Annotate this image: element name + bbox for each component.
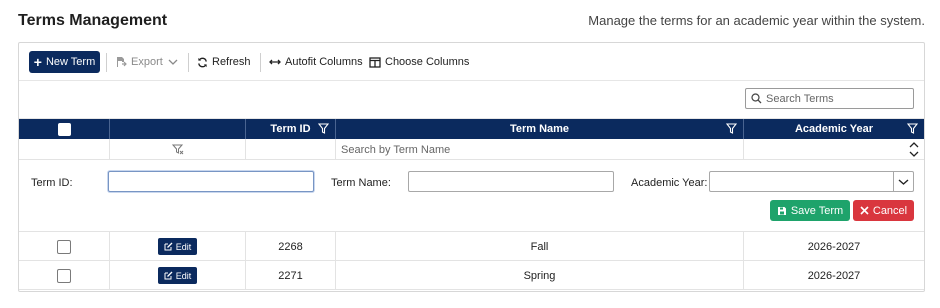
- toolbar-divider: [188, 53, 189, 72]
- toolbar-divider: [260, 53, 261, 72]
- page-title: Terms Management: [18, 12, 168, 29]
- header-select-all-cell: [19, 119, 110, 139]
- choose-columns-label: Choose Columns: [385, 56, 470, 68]
- table-row: Edit 2268 Fall 2026-2027: [19, 232, 924, 261]
- header-term-id[interactable]: Term ID: [246, 119, 336, 139]
- search-bar-row: [19, 81, 924, 119]
- choose-columns-button[interactable]: Choose Columns: [369, 51, 469, 73]
- autofit-icon: [269, 59, 281, 65]
- cell-term-id: 2268: [246, 232, 336, 261]
- header-term-name[interactable]: Term Name: [336, 119, 744, 139]
- refresh-button[interactable]: Refresh: [197, 51, 251, 73]
- toolbar-divider: [106, 53, 107, 72]
- academic-year-label: Academic Year:: [631, 177, 708, 189]
- close-icon: [860, 206, 869, 215]
- cancel-button[interactable]: Cancel: [853, 200, 914, 221]
- filter-cell-academic-year: [744, 139, 924, 160]
- cell-academic-year: 2026-2027: [807, 240, 861, 253]
- sort-icon[interactable]: [909, 142, 919, 157]
- funnel-icon[interactable]: [907, 123, 918, 134]
- row-select-cell: [19, 261, 110, 290]
- save-term-button[interactable]: Save Term: [770, 200, 850, 221]
- row-select-cell: [19, 232, 110, 261]
- search-icon: [751, 93, 762, 104]
- funnel-icon[interactable]: [726, 123, 737, 134]
- edit-button[interactable]: Edit: [158, 238, 197, 255]
- new-term-label: New Term: [45, 56, 96, 68]
- search-terms-box[interactable]: [745, 88, 914, 109]
- row-checkbox[interactable]: [57, 239, 71, 254]
- columns-icon: [369, 56, 381, 68]
- cell-academic-year: 2026-2027: [807, 269, 861, 282]
- export-icon: [117, 57, 127, 67]
- term-edit-form: Term ID: Term Name: Academic Year: Save …: [19, 160, 924, 232]
- filter-cell-select: [19, 139, 110, 160]
- header-term-name-label: Term Name: [509, 123, 570, 135]
- export-button[interactable]: Export: [115, 51, 182, 73]
- cell-term-name: Spring: [336, 261, 744, 290]
- filter-cell-term-name: [336, 139, 744, 160]
- terms-grid-panel: + New Term Export Refresh Autofit Column…: [18, 42, 925, 292]
- term-name-field[interactable]: [408, 171, 614, 192]
- header-term-id-label: Term ID: [270, 123, 311, 135]
- select-arrow[interactable]: [893, 172, 913, 191]
- term-name-label: Term Name:: [331, 177, 391, 189]
- export-label: Export: [131, 56, 163, 68]
- search-terms-input[interactable]: [766, 92, 906, 105]
- refresh-icon: [198, 57, 207, 67]
- edit-icon: [164, 242, 173, 251]
- autofit-label: Autofit Columns: [285, 56, 363, 68]
- chevron-down-icon: [898, 178, 909, 185]
- table-row: Edit 2271 Spring 2026-2027: [19, 261, 924, 290]
- cell-term-name: Fall: [336, 232, 744, 261]
- grid-header-row: Term ID Term Name Academic Year: [19, 119, 924, 139]
- grid-toolbar: + New Term Export Refresh Autofit Column…: [19, 43, 924, 81]
- row-checkbox[interactable]: [57, 268, 71, 283]
- row-actions-cell: Edit: [110, 261, 246, 290]
- plus-icon: +: [33, 54, 42, 70]
- cancel-label: Cancel: [872, 204, 908, 217]
- edit-label: Edit: [175, 241, 192, 252]
- save-term-label: Save Term: [790, 204, 844, 217]
- refresh-label: Refresh: [212, 56, 251, 68]
- funnel-icon[interactable]: [318, 123, 329, 134]
- term-id-label: Term ID:: [31, 177, 73, 189]
- filter-cell-term-id: [246, 139, 336, 160]
- page-description: Manage the terms for an academic year wi…: [588, 13, 925, 28]
- header-actions-cell: [110, 119, 246, 139]
- cell-term-id: 2271: [246, 261, 336, 290]
- chevron-down-icon: [168, 59, 178, 65]
- clear-filter-icon[interactable]: [171, 144, 184, 155]
- new-term-button[interactable]: + New Term: [29, 51, 100, 73]
- term-id-field[interactable]: [108, 171, 314, 192]
- header-academic-year[interactable]: Academic Year: [744, 119, 924, 139]
- academic-year-select[interactable]: [709, 171, 914, 192]
- save-icon: [777, 206, 786, 215]
- edit-icon: [164, 271, 173, 280]
- filter-cell-actions: [110, 139, 246, 160]
- edit-label: Edit: [175, 270, 192, 281]
- autofit-columns-button[interactable]: Autofit Columns: [269, 51, 363, 73]
- select-all-checkbox[interactable]: [57, 122, 71, 136]
- term-name-filter-input[interactable]: [336, 143, 716, 156]
- edit-button[interactable]: Edit: [158, 267, 197, 284]
- filter-row: [19, 139, 924, 160]
- header-academic-year-label: Academic Year: [794, 123, 874, 135]
- row-actions-cell: Edit: [110, 232, 246, 261]
